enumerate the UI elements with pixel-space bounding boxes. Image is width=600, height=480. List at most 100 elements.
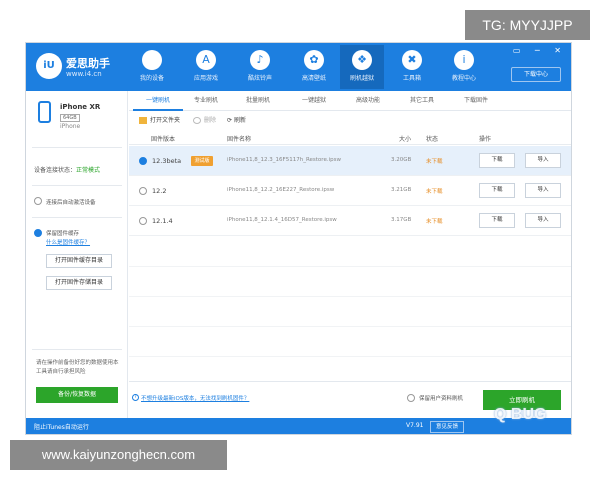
feedback-button[interactable]: 意见反馈 [430, 421, 464, 433]
table-row[interactable]: 12.2 iPhone11,8_12.2_16E227_Restore.ipsw… [129, 176, 571, 206]
firmware-size: 3.21GB [391, 187, 412, 193]
bell-icon: ♪ [250, 50, 270, 70]
firmware-version: 12.2 [152, 187, 167, 195]
download-button[interactable]: 下载 [479, 183, 515, 198]
import-button[interactable]: 导入 [525, 153, 561, 168]
header-action: 操作 [479, 136, 492, 143]
device-capacity: 64GB [60, 114, 80, 122]
tab-other-tools[interactable]: 其它工具 [397, 91, 447, 111]
firmware-name: iPhone11,8_12.2_16E227_Restore.ipsw [227, 187, 335, 193]
auto-activate-radio[interactable] [34, 197, 42, 205]
delete-icon [193, 117, 201, 124]
tab-download-firmware[interactable]: 下载固件 [451, 91, 501, 111]
tg-overlay: TG: MYYJJPP [465, 10, 590, 40]
app-version: V7.91 [406, 422, 424, 429]
tab-one-click-jailbreak[interactable]: 一键越狱 [289, 91, 339, 111]
import-button[interactable]: 导入 [525, 183, 561, 198]
firmware-name: iPhone11,8_12.3_16F5117h_Restore.ipsw [227, 157, 341, 163]
auto-activate-label: 连接后自动激活设备 [46, 200, 96, 206]
firmware-size: 3.20GB [391, 157, 412, 163]
info-icon: i [454, 50, 474, 70]
download-button[interactable]: 下载 [479, 153, 515, 168]
beta-badge: 测试版 [191, 156, 213, 166]
folder-icon [139, 117, 147, 124]
row-select-radio[interactable] [139, 217, 147, 225]
flash-panel: 一键刷机 专业刷机 批量刷机 一键越狱 高级功能 其它工具 下载固件 打开文件夹… [129, 91, 571, 418]
row-select-radio[interactable] [139, 187, 147, 195]
table-row[interactable]: 12.3beta 测试版 iPhone11,8_12.3_16F5117h_Re… [129, 146, 571, 176]
table-row[interactable]: 12.1.4 iPhone11,8_12.1.4_16D57_Restore.i… [129, 206, 571, 236]
divider [32, 147, 122, 148]
tools-icon: ✖ [402, 50, 422, 70]
backup-restore-button[interactable]: 备份/恢复数据 [36, 387, 118, 403]
grid-line [129, 356, 571, 357]
help-icon: ? [132, 394, 139, 401]
open-storage-dir-button[interactable]: 打开固件存储目录 [46, 276, 112, 290]
nav-wallpapers[interactable]: ✿ 高清壁纸 [292, 45, 336, 89]
keep-data-label: 保留用户资料刷机 [419, 396, 464, 402]
firmware-name: iPhone11,8_12.1.4_16D57_Restore.ipsw [227, 217, 337, 223]
device-model: iPhone [60, 123, 81, 130]
box-icon: ❖ [352, 50, 372, 70]
refresh-button[interactable]: ⟳ 刷新 [227, 115, 246, 124]
delete-button[interactable]: 删除 [193, 115, 216, 124]
connection-status-value: 正常模式 [76, 167, 101, 174]
apple-icon [142, 50, 162, 70]
firmware-toolbar: 打开文件夹 删除 ⟳ 刷新 [129, 111, 571, 129]
nav-flash-jailbreak[interactable]: ❖ 刷机越狱 [340, 45, 384, 89]
connection-status: 设备连接状态：正常模式 [34, 167, 101, 174]
backup-tip: 请在操作前备份好您的数据使用本工具请自行承担风险 [36, 360, 119, 375]
import-button[interactable]: 导入 [525, 213, 561, 228]
firmware-status: 未下载 [426, 189, 443, 195]
header-version: 固件版本 [151, 136, 176, 143]
device-name: iPhone XR [60, 103, 101, 111]
wallpaper-icon: ✿ [304, 50, 324, 70]
nav-my-device[interactable]: 我的设备 [130, 45, 174, 89]
divider [32, 349, 122, 350]
window-controls[interactable]: ▭ ─ ✕ [513, 46, 567, 55]
appstore-icon: A [196, 50, 216, 70]
open-cache-dir-button[interactable]: 打开固件缓存目录 [46, 254, 112, 268]
open-folder-button[interactable]: 打开文件夹 [139, 115, 180, 124]
block-itunes-toggle[interactable]: 阻止iTunes自动运行 [34, 422, 89, 431]
url-overlay: www.kaiyunzonghecn.com [10, 440, 227, 470]
grid-line [129, 266, 571, 267]
cache-help-link[interactable]: 什么是固件缓存？ [46, 238, 90, 246]
nav-tutorials[interactable]: i 教程中心 [442, 45, 486, 89]
firmware-help-link[interactable]: 不想升级最新iOS版本，无法找到刷机固件？ [141, 394, 249, 402]
tab-batch-flash[interactable]: 批量刷机 [233, 91, 283, 111]
app-window: iU 爱思助手 www.i4.cn 我的设备 A 应用游戏 ♪ 酷炫铃声 ✿ 高… [25, 42, 572, 435]
tab-advanced[interactable]: 高级功能 [343, 91, 393, 111]
keep-cache-label: 保留固件缓存 [46, 231, 80, 237]
grid-line [129, 296, 571, 297]
firmware-version: 12.3beta [152, 157, 182, 165]
row-select-radio[interactable] [139, 157, 147, 165]
app-logo: iU [36, 53, 62, 79]
phone-icon [38, 101, 51, 123]
top-navigation-bar: iU 爱思助手 www.i4.cn 我的设备 A 应用游戏 ♪ 酷炫铃声 ✿ 高… [26, 43, 571, 91]
download-button[interactable]: 下载 [479, 213, 515, 228]
nav-ringtones[interactable]: ♪ 酷炫铃声 [238, 45, 282, 89]
header-size: 大小 [399, 136, 412, 143]
header-status: 状态 [426, 136, 439, 143]
table-header: 固件版本 固件名称 大小 状态 操作 [129, 131, 571, 145]
firmware-version: 12.1.4 [152, 217, 173, 225]
firmware-status: 未下载 [426, 159, 443, 165]
firmware-status: 未下载 [426, 219, 443, 225]
tab-pro-flash[interactable]: 专业刷机 [181, 91, 231, 111]
tab-one-click-flash[interactable]: 一键刷机 [133, 91, 183, 111]
keep-data-radio[interactable] [407, 394, 415, 402]
download-center-button[interactable]: 下载中心 [511, 67, 561, 82]
app-site: www.i4.cn [66, 70, 102, 78]
status-bar: 阻止iTunes自动运行 V7.91 意见反馈 [26, 418, 571, 434]
qbug-watermark: Q BUG [494, 406, 547, 423]
nav-toolbox[interactable]: ✖ 工具箱 [390, 45, 434, 89]
nav-apps-games[interactable]: A 应用游戏 [184, 45, 228, 89]
grid-line [129, 326, 571, 327]
app-brand-name: 爱思助手 [66, 57, 110, 70]
divider [32, 185, 122, 186]
device-sidebar: iPhone XR 64GB iPhone 设备连接状态：正常模式 连接后自动激… [26, 91, 128, 418]
keep-cache-radio[interactable] [34, 229, 42, 237]
refresh-icon: ⟳ [227, 117, 234, 124]
firmware-size: 3.17GB [391, 217, 412, 223]
